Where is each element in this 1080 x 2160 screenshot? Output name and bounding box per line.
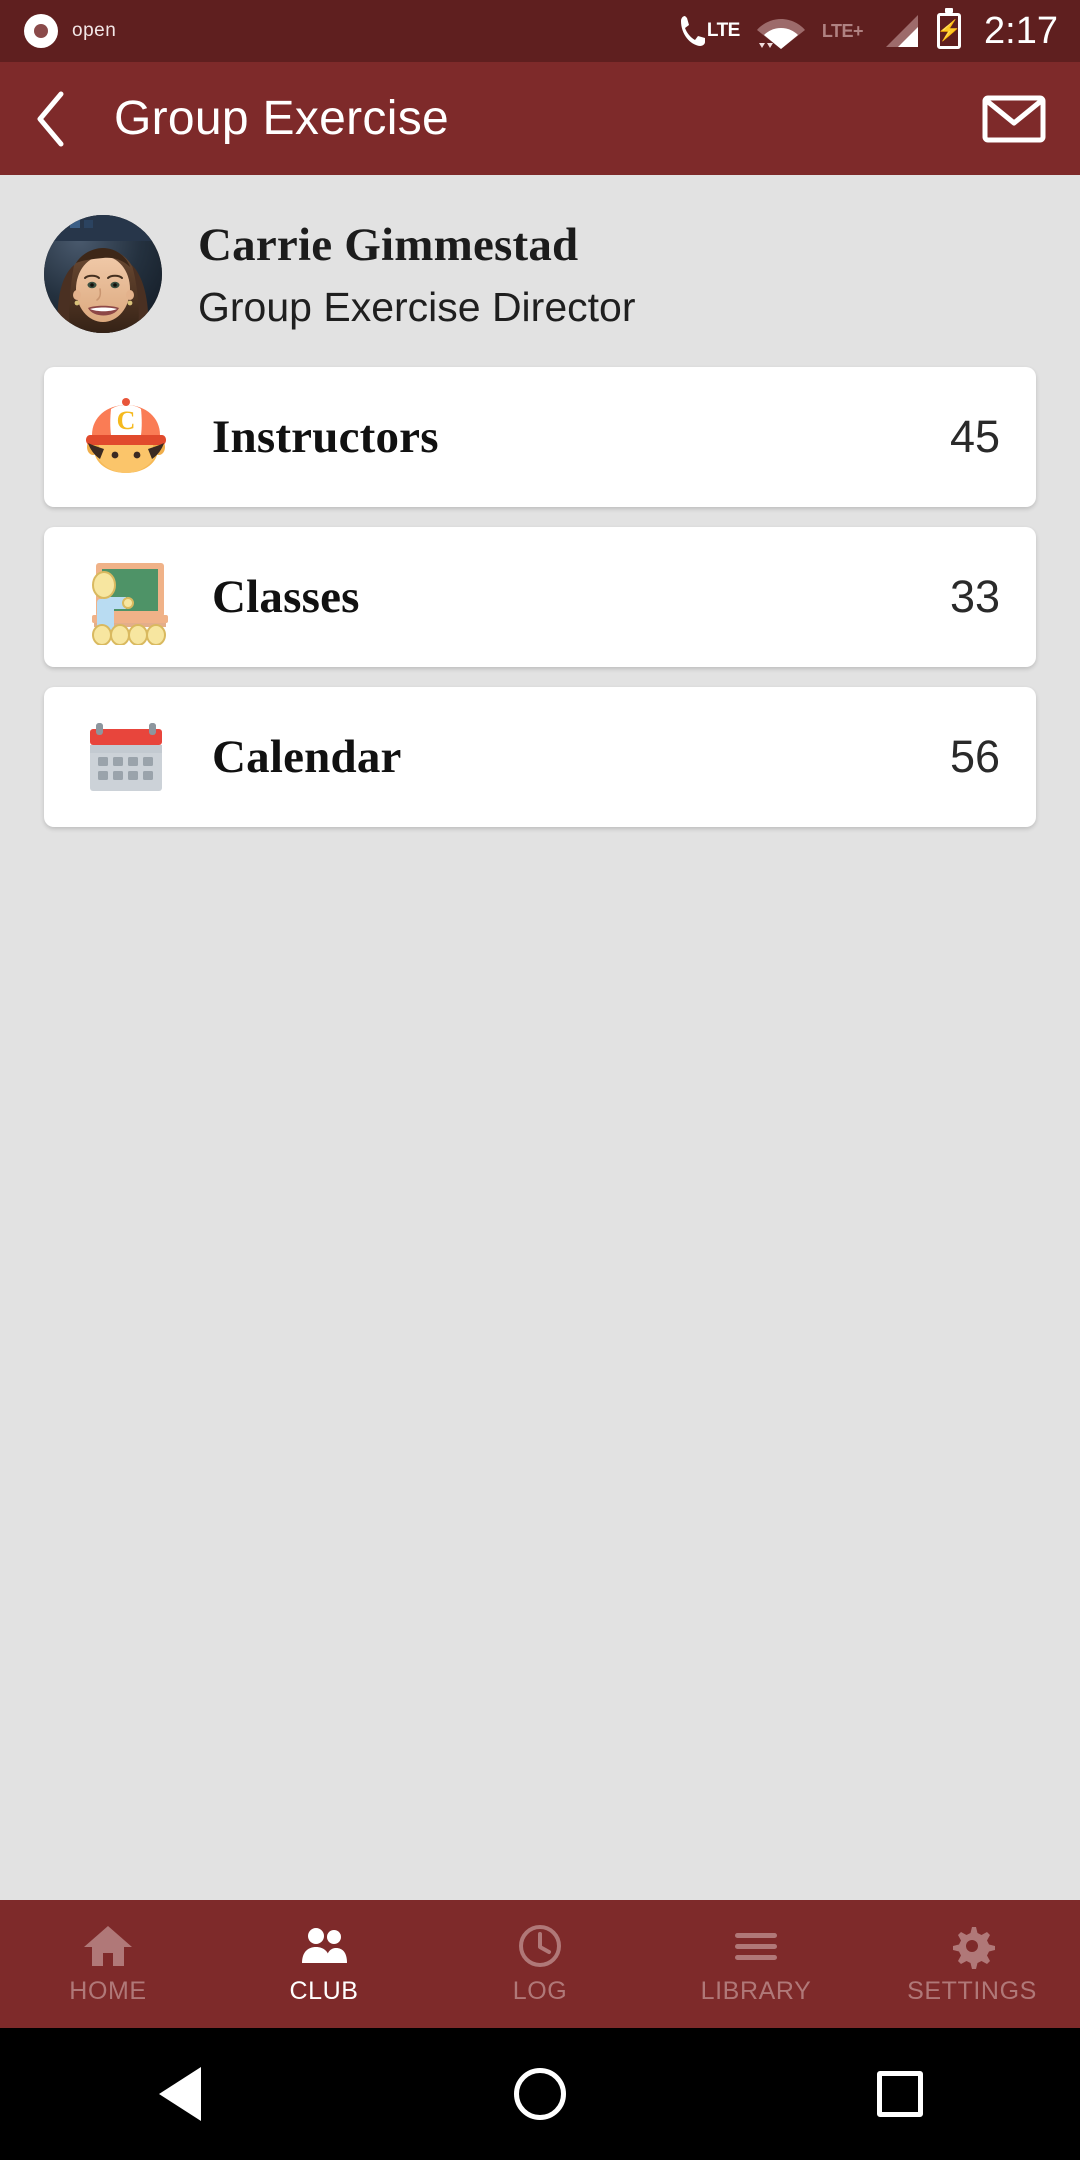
android-home-button[interactable] (485, 2059, 595, 2129)
page-title: Group Exercise (114, 92, 449, 145)
avatar (44, 215, 162, 333)
android-nav-bar (0, 2028, 1080, 2160)
card-count: 33 (949, 571, 1000, 622)
card-classes[interactable]: Classes 33 (44, 527, 1036, 667)
menu-lines-icon (735, 1932, 777, 1960)
status-bar-icons: LTE LTE+ ⚡ 2:17 (680, 8, 1058, 53)
tab-home[interactable]: HOME (0, 1900, 216, 2028)
clock-label: 2:17 (984, 9, 1058, 52)
tab-label: CLUB (289, 1976, 359, 2005)
card-count: 56 (949, 731, 1000, 782)
android-back-button[interactable] (125, 2059, 235, 2129)
profile-role: Group Exercise Director (198, 283, 636, 330)
calendar-icon (74, 705, 178, 809)
signal-icon (880, 13, 920, 49)
tab-log[interactable]: LOG (432, 1900, 648, 2028)
app-bar: Group Exercise (0, 62, 1080, 175)
card-label: Calendar (212, 731, 402, 783)
card-list: C Instructors 45 Classes 33 Calendar 56 (0, 367, 1080, 827)
mail-button[interactable] (982, 94, 1046, 144)
chevron-left-icon (37, 91, 64, 146)
phone-screen: open LTE LTE+ ⚡ 2:17 Group Exercise Carr… (0, 0, 1080, 2160)
tab-label: LIBRARY (700, 1976, 812, 2005)
tab-library[interactable]: LIBRARY (648, 1900, 864, 2028)
card-label: Classes (212, 571, 360, 623)
lte-plus-icon: LTE+ (821, 20, 864, 41)
call-lte-icon: LTE (680, 14, 740, 48)
tab-settings[interactable]: SETTINGS (864, 1900, 1080, 2028)
instructor-cap-icon: C (74, 385, 178, 489)
bottom-tab-bar: HOME CLUB LOG LIBRARY SETTINGS (0, 1900, 1080, 2028)
mail-icon (982, 95, 1046, 142)
status-bar: open LTE LTE+ ⚡ 2:17 (0, 0, 1080, 62)
tab-label: SETTINGS (907, 1976, 1037, 2005)
card-calendar[interactable]: Calendar 56 (44, 687, 1036, 827)
people-icon (302, 1927, 347, 1963)
triangle-back-icon (159, 2067, 201, 2121)
profile-header: Carrie Gimmestad Group Exercise Director (0, 175, 1080, 333)
tab-label: HOME (69, 1976, 147, 2005)
home-icon (84, 1925, 132, 1966)
svg-text:C: C (117, 406, 136, 435)
profile-name: Carrie Gimmestad (198, 218, 579, 271)
circle-home-icon (514, 2068, 566, 2120)
carrier-label: open (72, 20, 117, 41)
status-bar-left: open (24, 14, 116, 48)
card-instructors[interactable]: C Instructors 45 (44, 367, 1036, 507)
carrier-logo-icon (24, 14, 58, 48)
tab-label: LOG (512, 1976, 568, 2005)
card-count: 45 (949, 411, 1000, 462)
profile-text: Carrie Gimmestad Group Exercise Director (198, 218, 635, 331)
main-content: Carrie Gimmestad Group Exercise Director (0, 175, 1080, 1900)
back-button[interactable] (34, 90, 104, 148)
battery-charging-icon: ⚡ (937, 8, 961, 49)
android-recents-button[interactable] (845, 2059, 955, 2129)
network-type-label: LTE (706, 20, 740, 41)
card-label: Instructors (212, 411, 439, 463)
chalkboard-class-icon (74, 545, 178, 649)
wifi-icon (756, 13, 805, 49)
clock-icon (519, 1924, 561, 1967)
gear-icon (953, 1926, 995, 1969)
square-recents-icon (877, 2071, 923, 2117)
tab-club[interactable]: CLUB (216, 1900, 432, 2028)
